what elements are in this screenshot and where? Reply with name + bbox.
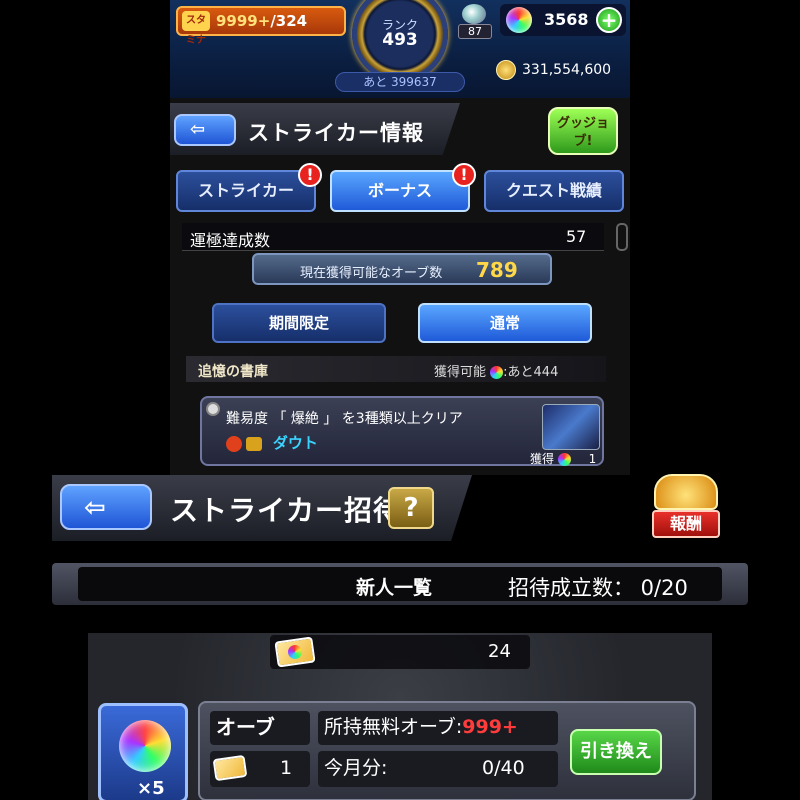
orb-icon <box>557 453 571 466</box>
quest-reward: 獲得 1 <box>530 450 596 467</box>
buy-orb-button[interactable]: + <box>596 7 622 33</box>
tab-label: クエスト戦績 <box>505 181 602 200</box>
quest-card[interactable]: 難易度 「 爆絶 」 を3種類以上クリア ダウト 獲得 1 <box>200 396 604 466</box>
ticket-icon <box>274 636 316 668</box>
lucky-count-value: 57 <box>566 227 587 246</box>
reward-value: 1 <box>588 452 597 466</box>
tab-bonus[interactable]: ボーナス ! <box>330 163 476 212</box>
orb-exchange-screen: 24 ×5 オーブ 所持無料オーブ:999+ 1 今月分: 0/40 引き換え <box>88 633 712 800</box>
quest-available-label: 獲得可能 <box>434 365 487 380</box>
page-title: ストライカー招待 <box>170 494 403 527</box>
orb-icon <box>490 366 504 379</box>
tab-label: ボーナス <box>367 181 432 200</box>
free-orb-value: 999+ <box>462 716 518 738</box>
invite-count: 招待成立数： 0/20 <box>508 576 688 600</box>
rank-value: 493 <box>382 30 418 50</box>
status-bar: スタミナ 9999+/324 ランク 493 あと 399637 87 3568… <box>170 0 630 98</box>
back-arrow-icon: ⇦ <box>84 493 106 523</box>
orb-available-label: 現在獲得可能なオーブ数 <box>300 266 443 281</box>
free-orb-count: 所持無料オーブ:999+ <box>318 711 558 745</box>
page-title: ストライカー情報 <box>248 121 424 145</box>
alert-badge-icon: ! <box>298 163 322 187</box>
gold-icon <box>496 60 516 80</box>
reward-label: 報酬 <box>652 510 720 538</box>
free-orb-label: 所持無料オーブ: <box>324 716 463 738</box>
quest-condition: 難易度 「 爆絶 」 を3種類以上クリア <box>226 411 463 427</box>
reward-button[interactable]: 報酬 <box>646 474 726 546</box>
monthly-limit: 今月分: 0/40 <box>318 751 558 787</box>
newbie-list-bar: 新人一覧 招待成立数： 0/20 <box>78 567 722 601</box>
orb-available-value: 789 <box>476 258 518 282</box>
ticket-cost: 1 <box>210 751 310 787</box>
back-arrow-icon: ⇦ <box>190 119 206 140</box>
stamina-value: 9999+/324 <box>216 12 307 30</box>
rank-badge[interactable]: ランク 493 <box>352 0 448 82</box>
subtab-normal[interactable]: 通常 <box>418 303 592 343</box>
tab-label: ストライカー <box>197 181 294 200</box>
page-header: ⇦ ストライカー情報 <box>170 103 460 155</box>
striker-info-screen: スタミナ 9999+/324 ランク 493 あと 399637 87 3568… <box>170 0 630 475</box>
newbie-list-header: 新人一覧 招待成立数： 0/20 <box>52 563 748 605</box>
ticket-icon <box>212 754 248 782</box>
help-button[interactable]: ? <box>388 487 434 529</box>
quest-section-title: 追憶の書庫 <box>198 364 268 380</box>
stamina-display: スタミナ 9999+/324 <box>176 6 346 46</box>
gold-count: 331,554,600 <box>522 62 612 78</box>
invite-header: ⇦ ストライカー招待 ? <box>52 475 472 541</box>
newbie-list-title: 新人一覧 <box>356 577 433 599</box>
orb-item: ×5 <box>98 703 188 800</box>
quest-section-header: 追憶の書庫 獲得可能 :あと444 <box>186 356 606 382</box>
orb-count: 3568 <box>544 10 589 29</box>
orb-icon <box>506 7 532 33</box>
scrollbar[interactable] <box>616 223 628 251</box>
monthly-limit-value: 0/40 <box>482 757 525 779</box>
orb-icon <box>119 720 171 772</box>
quest-stage-name: ダウト <box>272 434 318 452</box>
exchange-button[interactable]: 引き換え <box>570 729 662 775</box>
tab-striker[interactable]: ストライカー ! <box>176 163 322 212</box>
orb-available-box: 現在獲得可能なオーブ数 789 <box>252 253 552 285</box>
item-counter[interactable]: 87 <box>458 4 492 40</box>
back-button[interactable]: ⇦ <box>60 484 152 530</box>
back-button[interactable]: ⇦ <box>174 114 236 146</box>
item-count: 87 <box>458 24 492 39</box>
exchange-panel: オーブ 所持無料オーブ:999+ 1 今月分: 0/40 引き換え <box>198 701 696 800</box>
ticket-row: 24 <box>270 635 530 669</box>
exchange-item-name: オーブ <box>210 711 310 745</box>
orb-counter: 3568 + <box>500 4 626 36</box>
quest-stage-row: ダウト <box>226 432 318 453</box>
chest-icon <box>246 437 263 451</box>
stamina-icon: スタミナ <box>182 11 210 46</box>
good-job-button[interactable]: グッジョブ! <box>548 107 618 155</box>
boss-portrait <box>542 404 600 450</box>
stamina-current: 9999+ <box>216 12 271 30</box>
demon-icon <box>226 436 242 452</box>
lucky-count-label: 運極達成数 <box>190 231 271 250</box>
alert-badge-icon: ! <box>452 163 476 187</box>
reward-label: 獲得 <box>530 452 555 466</box>
stamina-max: /324 <box>270 12 308 30</box>
ticket-cost-value: 1 <box>280 757 293 779</box>
orb-multiplier: ×5 <box>137 778 165 799</box>
reward-emblem-icon <box>654 474 718 510</box>
quest-available-value: :あと444 <box>503 365 559 380</box>
quest-available: 獲得可能 :あと444 <box>434 361 558 380</box>
subtab-limited[interactable]: 期間限定 <box>212 303 386 343</box>
lucky-count-row: 運極達成数 57 <box>182 223 604 251</box>
ticket-count: 24 <box>488 641 511 662</box>
rank-next-exp: あと 399637 <box>335 72 465 92</box>
item-icon <box>462 4 486 24</box>
monthly-limit-label: 今月分: <box>324 757 388 779</box>
status-dot-icon <box>206 402 220 416</box>
tab-quest-record[interactable]: クエスト戦績 <box>484 170 624 212</box>
